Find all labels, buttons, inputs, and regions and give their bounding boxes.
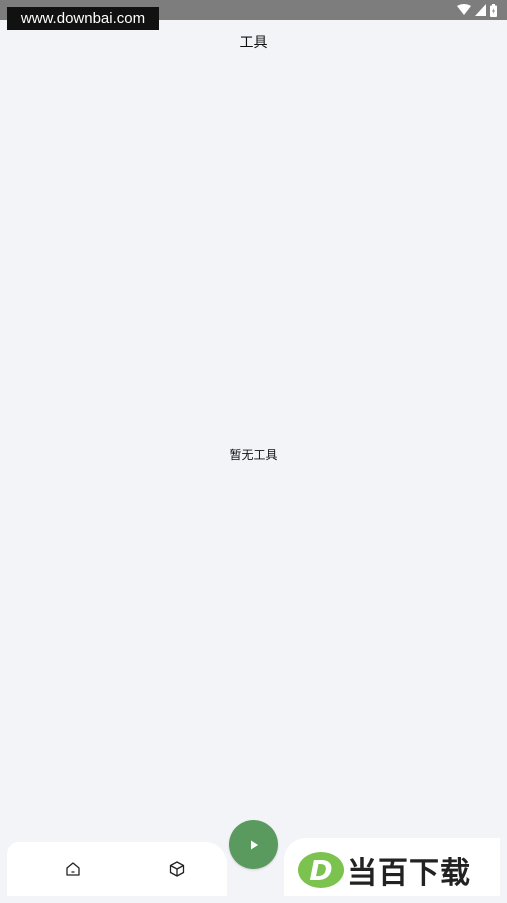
cube-icon: [169, 861, 185, 877]
play-icon: [250, 840, 258, 849]
status-icons: [457, 3, 497, 17]
signal-icon: [475, 4, 486, 16]
bottom-nav-left-panel: [7, 842, 227, 896]
nav-home-button[interactable]: [63, 859, 83, 879]
play-fab-button[interactable]: [229, 820, 278, 869]
logo-d-icon: D: [297, 851, 344, 889]
page-title: 工具: [239, 35, 268, 51]
battery-icon: [490, 3, 497, 17]
watermark-url: www.downbai.com: [7, 7, 159, 30]
nav-tools-button[interactable]: [167, 859, 187, 879]
logo-text: 当百下载: [347, 856, 471, 891]
home-icon: [66, 862, 80, 876]
empty-state-message: 暂无工具: [229, 448, 278, 462]
watermark-logo: D 当百下载: [297, 850, 497, 891]
logo-letter: D: [309, 854, 332, 887]
wifi-icon: [457, 4, 471, 15]
